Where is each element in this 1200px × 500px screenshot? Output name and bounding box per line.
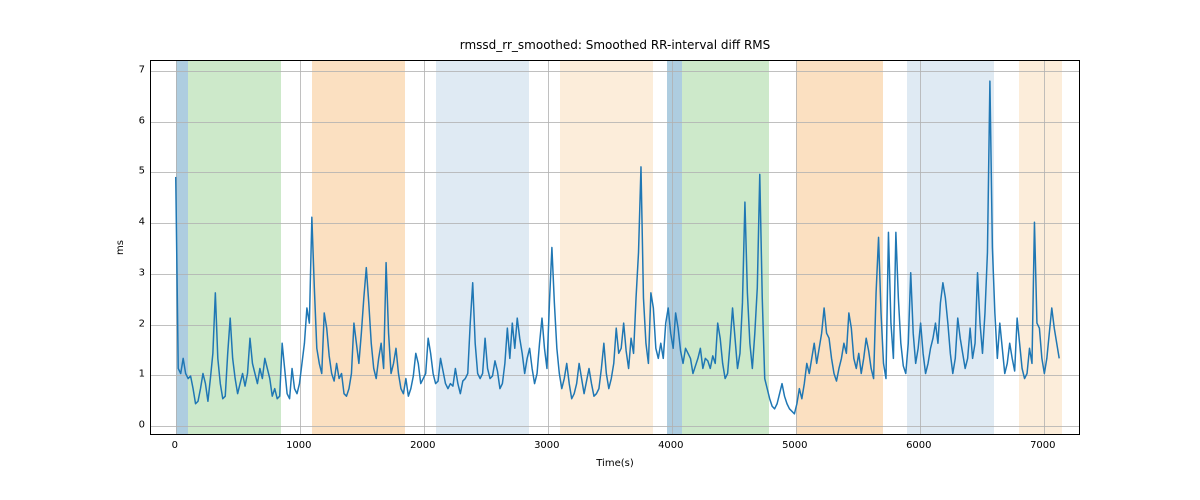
x-tick-label: 7000 [1030, 440, 1055, 451]
y-tick-label: 1 [125, 369, 145, 380]
x-tick-label: 1000 [286, 440, 311, 451]
x-axis-label: Time(s) [150, 458, 1080, 469]
y-tick-label: 6 [125, 115, 145, 126]
x-tick-label: 3000 [534, 440, 559, 451]
line-svg [151, 61, 1079, 434]
data-line [176, 81, 1059, 414]
plot-area [150, 60, 1080, 435]
figure: rmssd_rr_smoothed: Smoothed RR-interval … [0, 0, 1200, 500]
x-tick-label: 6000 [906, 440, 931, 451]
chart-title: rmssd_rr_smoothed: Smoothed RR-interval … [150, 38, 1080, 52]
y-tick-label: 2 [125, 318, 145, 329]
y-tick-label: 7 [125, 65, 145, 76]
x-tick-label: 4000 [658, 440, 683, 451]
x-tick-label: 2000 [410, 440, 435, 451]
x-tick-label: 0 [172, 440, 178, 451]
y-tick-label: 5 [125, 166, 145, 177]
y-tick-label: 3 [125, 267, 145, 278]
y-tick-label: 0 [125, 419, 145, 430]
y-tick-label: 4 [125, 217, 145, 228]
x-tick-label: 5000 [782, 440, 807, 451]
